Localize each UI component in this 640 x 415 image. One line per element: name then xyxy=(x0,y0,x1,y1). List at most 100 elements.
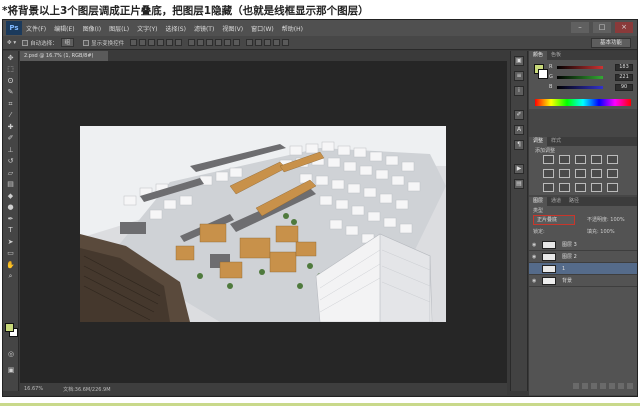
blend-mode-dropdown[interactable]: 正片叠底 xyxy=(533,215,575,225)
menu-edit[interactable]: 编辑(E) xyxy=(54,24,74,33)
menu-layer[interactable]: 图层(L) xyxy=(109,24,129,33)
gradient-map-adjust-icon[interactable] xyxy=(591,183,602,192)
align-middle-icon[interactable] xyxy=(139,39,147,46)
menu-view[interactable]: 视图(V) xyxy=(222,24,243,33)
workspace-dropdown[interactable]: 基本功能 xyxy=(590,38,631,48)
eye-hidden-icon[interactable] xyxy=(532,266,538,272)
align-top-icon[interactable] xyxy=(130,39,138,46)
eye-icon[interactable]: ◉ xyxy=(532,254,538,260)
posterize-adjust-icon[interactable] xyxy=(559,183,570,192)
3d-rotate-icon[interactable] xyxy=(246,39,254,46)
channel-mixer-adjust-icon[interactable] xyxy=(607,169,618,178)
align-left-icon[interactable] xyxy=(157,39,165,46)
black-white-adjust-icon[interactable] xyxy=(575,169,586,178)
distribute-middle-icon[interactable] xyxy=(197,39,205,46)
canvas-area[interactable] xyxy=(20,61,507,383)
lasso-tool-icon[interactable]: ʘ xyxy=(6,76,16,86)
character-panel-icon[interactable]: A xyxy=(514,125,524,135)
channel-slider[interactable] xyxy=(557,66,603,69)
info-panel-icon[interactable]: i xyxy=(514,86,524,96)
3d-drag-icon[interactable] xyxy=(264,39,272,46)
channel-slider[interactable] xyxy=(557,76,603,79)
brush-tool-icon[interactable]: ✐ xyxy=(6,133,16,143)
3d-scale-icon[interactable] xyxy=(282,39,290,46)
tab-channels[interactable]: 通道 xyxy=(547,197,565,206)
clone-stamp-tool-icon[interactable]: ⊥ xyxy=(6,145,16,155)
layer-row-selected[interactable]: 1 xyxy=(529,263,637,275)
properties-panel-icon[interactable]: ≡ xyxy=(514,71,524,81)
tab-styles[interactable]: 样式 xyxy=(547,137,565,146)
eye-icon[interactable]: ◉ xyxy=(532,278,538,284)
align-right-icon[interactable] xyxy=(175,39,183,46)
menu-select[interactable]: 选择(S) xyxy=(165,24,186,33)
gradient-tool-icon[interactable]: ▤ xyxy=(6,179,16,189)
tab-swatches[interactable]: 色板 xyxy=(547,51,565,60)
menu-filter[interactable]: 滤镜(T) xyxy=(194,24,214,33)
hand-tool-icon[interactable]: ✋ xyxy=(6,260,16,270)
photo-filter-adjust-icon[interactable] xyxy=(591,169,602,178)
align-bottom-icon[interactable] xyxy=(148,39,156,46)
crop-tool-icon[interactable]: ⌗ xyxy=(6,99,16,109)
selective-color-adjust-icon[interactable] xyxy=(607,183,618,192)
layer-style-icon[interactable] xyxy=(582,383,588,389)
document-info[interactable]: 文档:36.6M/226.9M xyxy=(63,386,110,393)
auto-select-dropdown[interactable]: 组 xyxy=(60,38,75,47)
type-tool-icon[interactable]: T xyxy=(6,225,16,235)
menu-window[interactable]: 窗口(W) xyxy=(251,24,274,33)
healing-brush-tool-icon[interactable]: ✚ xyxy=(6,122,16,132)
auto-select-checkbox[interactable] xyxy=(22,39,29,46)
new-group-icon[interactable] xyxy=(609,383,615,389)
distribute-left-icon[interactable] xyxy=(215,39,223,46)
channel-value[interactable]: 90 xyxy=(615,84,633,91)
link-layers-icon[interactable] xyxy=(573,383,579,389)
hue-saturation-adjust-icon[interactable] xyxy=(543,169,554,178)
channel-value[interactable]: 183 xyxy=(615,64,633,71)
add-mask-icon[interactable] xyxy=(591,383,597,389)
distribute-top-icon[interactable] xyxy=(188,39,196,46)
zoom-level[interactable]: 16.67% xyxy=(24,386,43,392)
color-balance-adjust-icon[interactable] xyxy=(559,169,570,178)
threshold-adjust-icon[interactable] xyxy=(575,183,586,192)
invert-adjust-icon[interactable] xyxy=(543,183,554,192)
fill-value[interactable]: 100% xyxy=(600,229,614,235)
close-button[interactable]: × xyxy=(615,22,633,33)
blur-tool-icon[interactable]: ◆ xyxy=(6,191,16,201)
distribute-center-icon[interactable] xyxy=(224,39,232,46)
quick-select-tool-icon[interactable]: ✎ xyxy=(6,87,16,97)
dodge-tool-icon[interactable]: ● xyxy=(6,202,16,212)
move-tool-icon[interactable]: ✥ xyxy=(6,53,16,63)
levels-adjust-icon[interactable] xyxy=(559,155,570,164)
paragraph-panel-icon[interactable]: ¶ xyxy=(514,140,524,150)
quick-mask-icon[interactable]: ◎ xyxy=(6,349,16,359)
eraser-tool-icon[interactable]: ▱ xyxy=(6,168,16,178)
pen-tool-icon[interactable]: ✒ xyxy=(6,214,16,224)
screen-mode-icon[interactable]: ▣ xyxy=(6,365,16,375)
color-spectrum[interactable] xyxy=(535,99,631,106)
3d-roll-icon[interactable] xyxy=(255,39,263,46)
foreground-color-swatch[interactable] xyxy=(5,323,14,332)
3d-slide-icon[interactable] xyxy=(273,39,281,46)
eyedropper-tool-icon[interactable]: ⁄ xyxy=(6,110,16,120)
distribute-bottom-icon[interactable] xyxy=(206,39,214,46)
secondary-color-swatch[interactable] xyxy=(538,69,548,79)
delete-layer-icon[interactable] xyxy=(627,383,633,389)
path-select-tool-icon[interactable]: ➤ xyxy=(6,237,16,247)
show-transform-checkbox[interactable] xyxy=(83,39,90,46)
move-tool-icon[interactable]: ✥ ▾ xyxy=(7,40,16,46)
notes-panel-icon[interactable]: ▤ xyxy=(514,179,524,189)
layer-row[interactable]: ◉ 图层 2 xyxy=(529,251,637,263)
opacity-value[interactable]: 100% xyxy=(610,217,624,223)
vibrance-adjust-icon[interactable] xyxy=(607,155,618,164)
tab-layers[interactable]: 图层 xyxy=(529,197,548,206)
minimize-button[interactable]: – xyxy=(571,22,589,33)
menu-file[interactable]: 文件(F) xyxy=(26,24,46,33)
tab-color[interactable]: 颜色 xyxy=(529,51,548,60)
brightness-adjust-icon[interactable] xyxy=(543,155,554,164)
menu-image[interactable]: 图像(I) xyxy=(83,24,101,33)
marquee-tool-icon[interactable]: ⬚ xyxy=(6,64,16,74)
zoom-tool-icon[interactable]: ⌕ xyxy=(6,271,16,281)
align-center-icon[interactable] xyxy=(166,39,174,46)
eye-icon[interactable]: ◉ xyxy=(532,242,538,248)
new-adjustment-icon[interactable] xyxy=(600,383,606,389)
history-panel-icon[interactable]: ▣ xyxy=(514,56,524,66)
